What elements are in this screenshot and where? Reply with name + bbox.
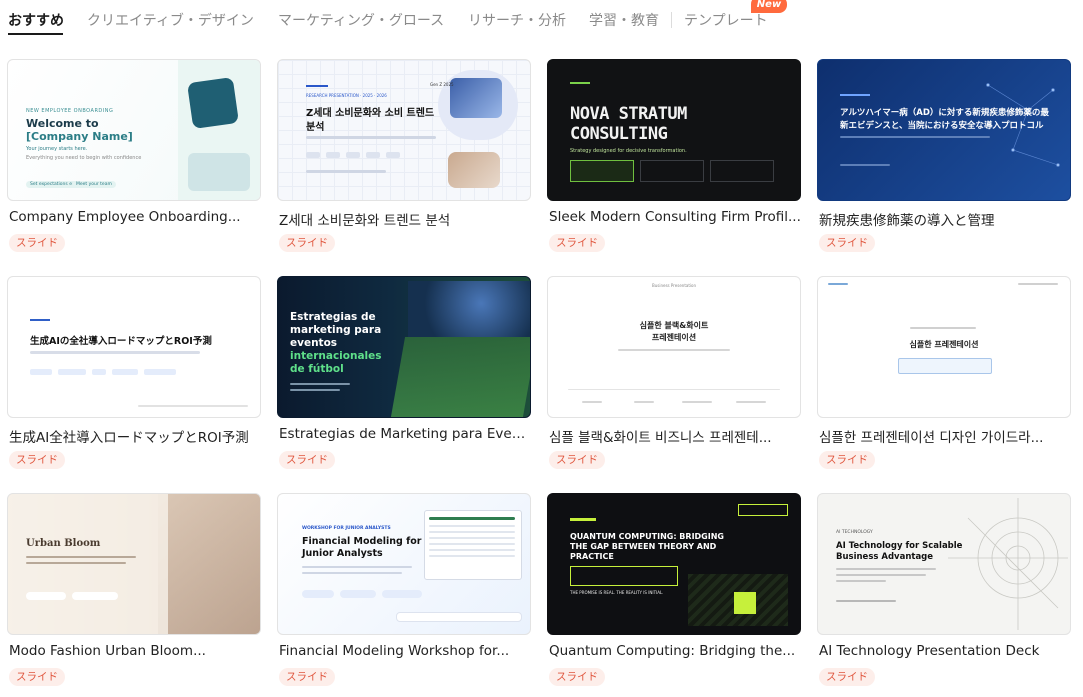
template-thumbnail[interactable]: Urban Bloom [7, 493, 261, 635]
slide-tag: スライド [279, 234, 335, 252]
chip-graphic [734, 592, 756, 614]
new-badge: New [751, 0, 787, 13]
teal-square-shape [187, 77, 239, 129]
tab-recommended[interactable]: おすすめ [8, 10, 64, 30]
slide-tag: スライド [819, 668, 875, 686]
tab-research-analysis[interactable]: リサーチ・分析 [468, 10, 566, 30]
template-title[interactable]: Estrategias de Marketing para Event... [279, 426, 531, 442]
template-title[interactable]: AI Technology Presentation Deck [819, 643, 1071, 659]
template-title[interactable]: Financial Modeling Workshop for... [279, 643, 531, 659]
template-title[interactable]: 심플 블랙&화이트 비즈니스 프레젠테... [549, 426, 801, 446]
template-title[interactable]: Company Employee Onboarding... [9, 209, 261, 225]
slide-tag: スライド [279, 668, 335, 686]
slide-tag: スライド [549, 451, 605, 469]
slide-tag: スライド [819, 451, 875, 469]
template-title[interactable]: Quantum Computing: Bridging the... [549, 643, 801, 659]
template-title[interactable]: 生成AI全社導入ロードマップとROI予測 [9, 426, 261, 446]
slide-tag: スライド [9, 234, 65, 252]
slide-tag: スライド [549, 234, 605, 252]
template-title[interactable]: 심플한 프레젠테이션 디자인 가이드라... [819, 426, 1071, 446]
slide-tag: スライド [819, 234, 875, 252]
active-tab-underline [8, 33, 63, 35]
template-thumbnail[interactable]: 生成AIの全社導入ロードマップとROI予測 [7, 276, 261, 418]
template-title[interactable]: Modo Fashion Urban Bloom... [9, 643, 261, 659]
template-thumbnail[interactable]: QUANTUM COMPUTING: BRIDGING THE GAP BETW… [547, 493, 801, 635]
template-thumbnail[interactable]: アルツハイマー病（AD）に対する新規疾患修飾薬の最 新エビデンスと、当院における… [817, 59, 1071, 201]
template-title[interactable]: Z세대 소비문화와 트렌드 분석 [279, 209, 531, 229]
template-thumbnail[interactable]: 심플한 프레젠테이션 [817, 276, 1071, 418]
template-thumbnail[interactable]: NOVA STRATUM CONSULTING Strategy designe… [547, 59, 801, 201]
photo-thumb [450, 78, 502, 118]
spreadsheet-preview [424, 510, 522, 580]
template-title[interactable]: Sleek Modern Consulting Firm Profil... [549, 209, 801, 225]
template-thumbnail[interactable]: RESEARCH PRESENTATION · 2025 · 2026 Z세대 … [277, 59, 531, 201]
slide-tag: スライド [279, 451, 335, 469]
tab-divider [671, 12, 672, 28]
template-thumbnail[interactable]: NEW EMPLOYEE ONBOARDING Welcome to [Comp… [7, 59, 261, 201]
template-thumbnail[interactable]: WORKSHOP FOR JUNIOR ANALYSTS Financial M… [277, 493, 531, 635]
template-thumbnail[interactable]: Estrategias de marketing para eventos in… [277, 276, 531, 418]
tab-marketing-growth[interactable]: マーケティング・グロース [278, 10, 444, 30]
tab-creative-design[interactable]: クリエイティブ・デザイン [87, 10, 254, 30]
category-tabs: おすすめ クリエイティブ・デザイン マーケティング・グロース リサーチ・分析 学… [0, 0, 1083, 36]
template-thumbnail[interactable]: Business Presentation 심플한 블랙&화이트 프레젠테이션 [547, 276, 801, 418]
slide-tag: スライド [9, 668, 65, 686]
fashion-photo [158, 494, 260, 634]
template-title[interactable]: 新規疾患修飾薬の導入と管理 [819, 209, 1071, 229]
photo-thumb [448, 152, 500, 188]
tech-line-graphic [948, 498, 1068, 630]
stadium-field [390, 337, 530, 417]
slide-tag: スライド [9, 451, 65, 469]
slide-tag: スライド [549, 668, 605, 686]
tab-learning-education[interactable]: 学習・教育 [589, 10, 659, 30]
tab-templates[interactable]: テンプレート [684, 10, 768, 30]
template-thumbnail[interactable]: AI TECHNOLOGY AI Technology for Scalable… [817, 493, 1071, 635]
